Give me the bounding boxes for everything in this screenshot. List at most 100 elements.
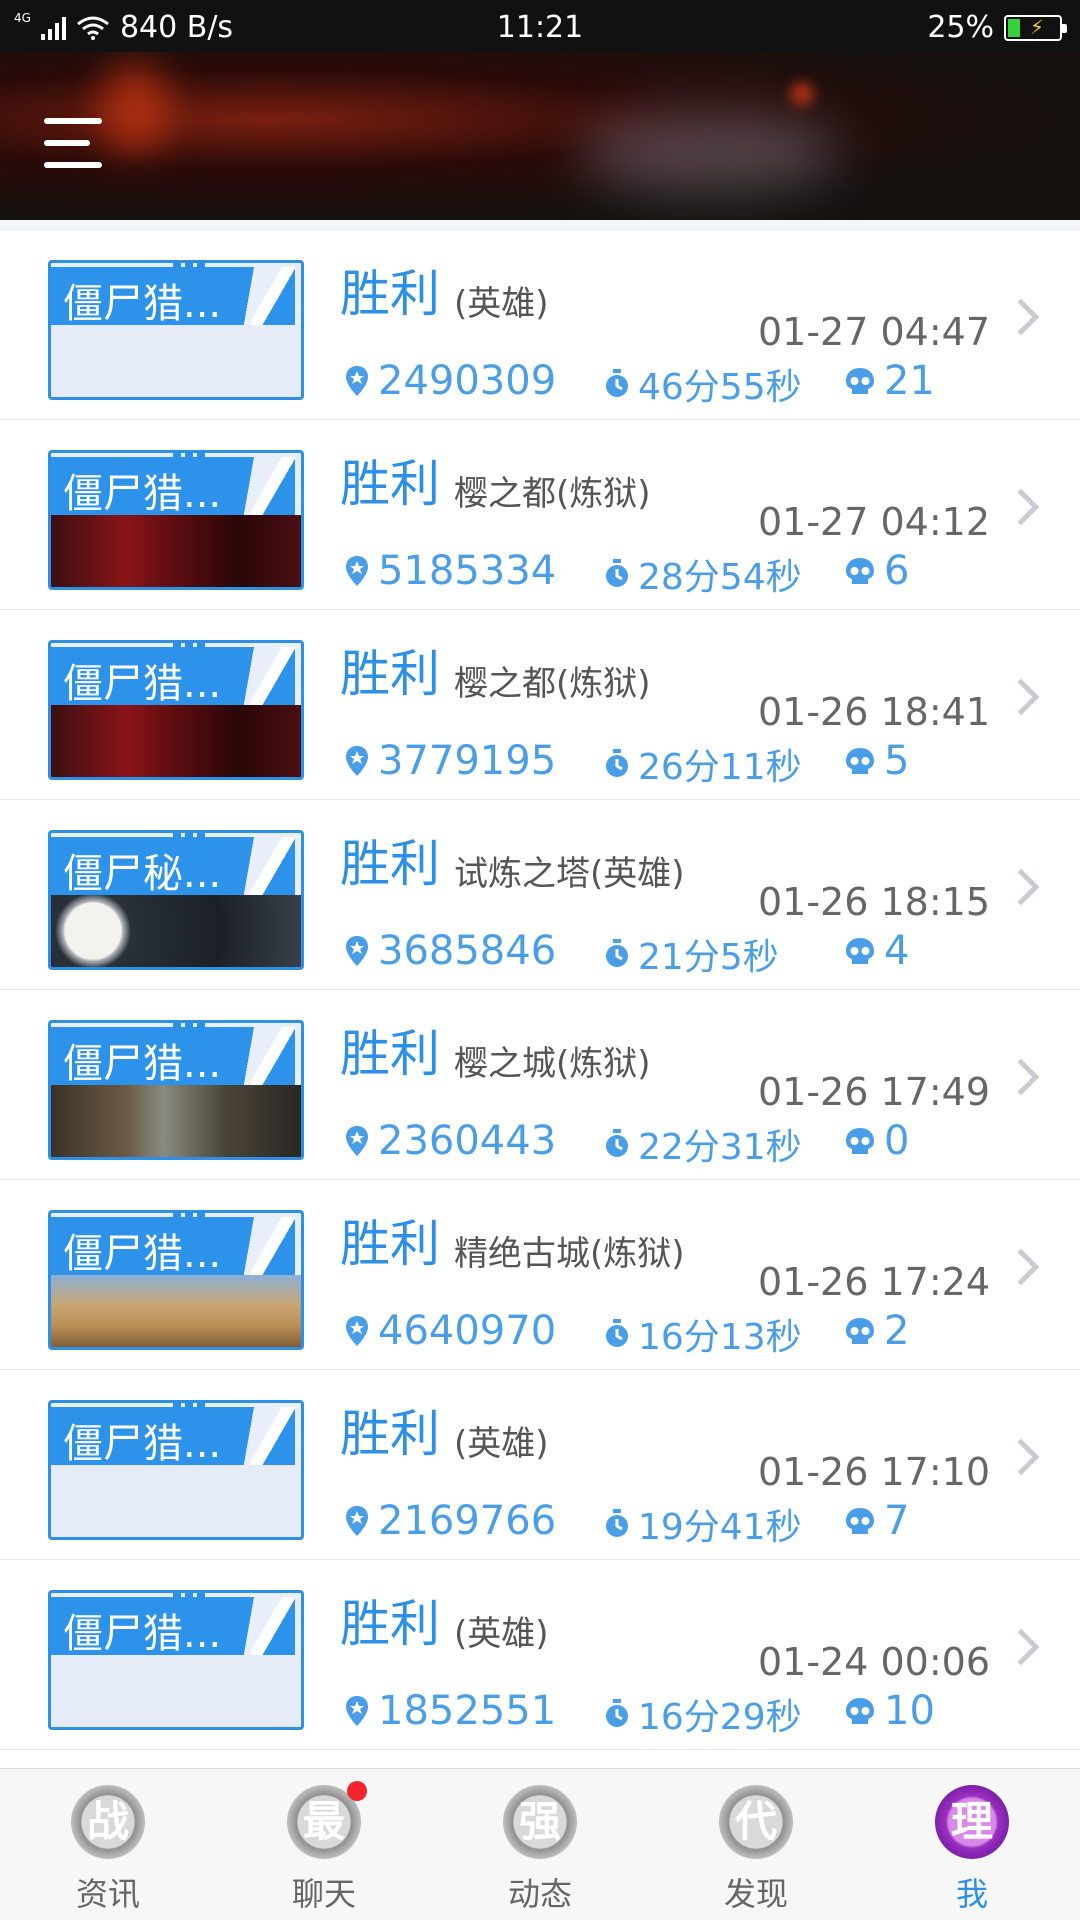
match-result: 胜利: [340, 645, 440, 703]
nav-tab-3[interactable]: 代 发现: [686, 1785, 826, 1915]
match-record-row[interactable]: 僵尸猎... 胜利 樱之都(炼狱) 01-27 04:12 5185334 28…: [0, 420, 1080, 610]
skull-icon: [846, 1318, 874, 1344]
duration-stat: 21分5秒: [604, 928, 779, 980]
match-record-row[interactable]: 僵尸猎... 胜利 精绝古城(炼狱) 01-26 17:24 4640970 1…: [0, 1180, 1080, 1370]
match-result: 胜利: [340, 1215, 440, 1273]
chevron-right-icon: [1002, 1248, 1040, 1286]
battery-percent: 25%: [927, 10, 994, 45]
duration-stat: 16分13秒: [604, 1308, 802, 1360]
game-mode-thumbnail: 僵尸猎...: [48, 1590, 304, 1730]
duration-value: 26分11秒: [638, 747, 802, 788]
match-datetime: 01-27 04:47: [757, 310, 990, 354]
header-banner: [0, 52, 1080, 220]
score-value: 2360443: [378, 1118, 557, 1164]
map-image: [51, 1085, 301, 1157]
game-mode-title: 僵尸猎...: [63, 1041, 222, 1087]
chevron-right-icon: [1002, 1628, 1040, 1666]
nav-badge-icon: 理: [935, 1785, 1009, 1859]
score-stat: 1852551: [344, 1688, 556, 1734]
duration-value: 46分55秒: [638, 367, 802, 408]
kills-value: 2: [884, 1308, 910, 1354]
game-mode-title: 僵尸猎...: [63, 661, 222, 707]
match-datetime: 01-26 18:41: [757, 690, 990, 734]
notification-dot: [347, 1781, 367, 1801]
match-result: 胜利: [340, 1405, 440, 1463]
timer-icon: [606, 1699, 628, 1727]
game-mode-thumbnail: 僵尸猎...: [48, 260, 304, 400]
map-mode: (英雄): [454, 1614, 549, 1654]
map-mode: (英雄): [454, 1424, 549, 1464]
map-image: [51, 1655, 301, 1727]
score-icon: [346, 936, 368, 966]
duration-stat: 19分41秒: [604, 1498, 802, 1550]
duration-value: 21分5秒: [638, 937, 779, 978]
duration-value: 28分54秒: [638, 557, 802, 598]
duration-stat: 26分11秒: [604, 738, 802, 790]
duration-stat: 46分55秒: [604, 358, 802, 410]
score-value: 1852551: [378, 1688, 557, 1734]
nav-label: 发现: [723, 1875, 788, 1913]
kills-stat: 7: [844, 1498, 909, 1544]
duration-value: 22分31秒: [638, 1127, 802, 1168]
timer-icon: [606, 749, 628, 777]
skull-icon: [846, 368, 874, 394]
bottom-navigation: 战 资讯 最 聊天 强 动态 代 发现 理 我: [0, 1768, 1080, 1920]
nav-tab-0[interactable]: 战 资讯: [38, 1785, 178, 1915]
match-record-list: 僵尸猎... 胜利 (英雄) 01-27 04:47 2490309 46分55…: [0, 230, 1080, 1750]
menu-button[interactable]: [44, 118, 106, 172]
score-value: 2169766: [378, 1498, 557, 1544]
match-result: 胜利: [340, 455, 440, 513]
score-icon: [346, 746, 368, 776]
score-value: 5185334: [378, 548, 557, 594]
kills-stat: 6: [844, 548, 909, 594]
clock: 11:21: [496, 10, 584, 45]
score-icon: [346, 1316, 368, 1346]
map-image: [51, 1275, 301, 1347]
timer-icon: [606, 559, 628, 587]
map-image: [51, 325, 301, 397]
nav-tab-4[interactable]: 理 我: [902, 1785, 1042, 1915]
score-stat: 2490309: [344, 358, 556, 404]
map-image: [51, 515, 301, 587]
duration-stat: 28分54秒: [604, 548, 802, 600]
game-mode-title: 僵尸猎...: [63, 1421, 222, 1467]
skull-icon: [846, 1508, 874, 1534]
score-icon: [346, 556, 368, 586]
score-stat: 4640970: [344, 1308, 556, 1354]
match-record-row[interactable]: 僵尸猎... 胜利 樱之城(炼狱) 01-26 17:49 2360443 22…: [0, 990, 1080, 1180]
map-image: [51, 1465, 301, 1537]
kills-stat: 10: [844, 1688, 935, 1734]
match-record-row[interactable]: 僵尸秘... 胜利 试炼之塔(英雄) 01-26 18:15 3685846 2…: [0, 800, 1080, 990]
score-stat: 3685846: [344, 928, 556, 974]
kills-value: 5: [884, 738, 910, 784]
duration-value: 16分13秒: [638, 1317, 802, 1358]
kills-value: 0: [884, 1118, 910, 1164]
chevron-right-icon: [1002, 488, 1040, 526]
match-record-row[interactable]: 僵尸猎... 胜利 (英雄) 01-24 00:06 1852551 16分29…: [0, 1560, 1080, 1750]
timer-icon: [606, 1319, 628, 1347]
score-icon: [346, 1126, 368, 1156]
kills-value: 21: [884, 358, 935, 404]
chevron-right-icon: [1002, 678, 1040, 716]
nav-tab-2[interactable]: 强 动态: [470, 1785, 610, 1915]
map-image: [51, 705, 301, 777]
game-mode-thumbnail: 僵尸猎...: [48, 450, 304, 590]
skull-icon: [846, 938, 874, 964]
score-stat: 2169766: [344, 1498, 556, 1544]
hamburger-icon: [44, 118, 102, 124]
score-value: 3779195: [378, 738, 557, 784]
match-record-row[interactable]: 僵尸猎... 胜利 樱之都(炼狱) 01-26 18:41 3779195 26…: [0, 610, 1080, 800]
game-mode-thumbnail: 僵尸秘...: [48, 830, 304, 970]
match-record-row[interactable]: 僵尸猎... 胜利 (英雄) 01-26 17:10 2169766 19分41…: [0, 1370, 1080, 1560]
nav-badge-icon: 代: [719, 1785, 793, 1859]
match-record-row[interactable]: 僵尸猎... 胜利 (英雄) 01-27 04:47 2490309 46分55…: [0, 230, 1080, 420]
kills-stat: 2: [844, 1308, 909, 1354]
game-mode-thumbnail: 僵尸猎...: [48, 640, 304, 780]
timer-icon: [606, 939, 628, 967]
kills-stat: 5: [844, 738, 909, 784]
match-datetime: 01-26 17:24: [757, 1260, 990, 1304]
map-image: [51, 895, 301, 967]
nav-tab-1[interactable]: 最 聊天: [254, 1781, 394, 1915]
duration-stat: 22分31秒: [604, 1118, 802, 1170]
game-mode-title: 僵尸猎...: [63, 281, 222, 327]
